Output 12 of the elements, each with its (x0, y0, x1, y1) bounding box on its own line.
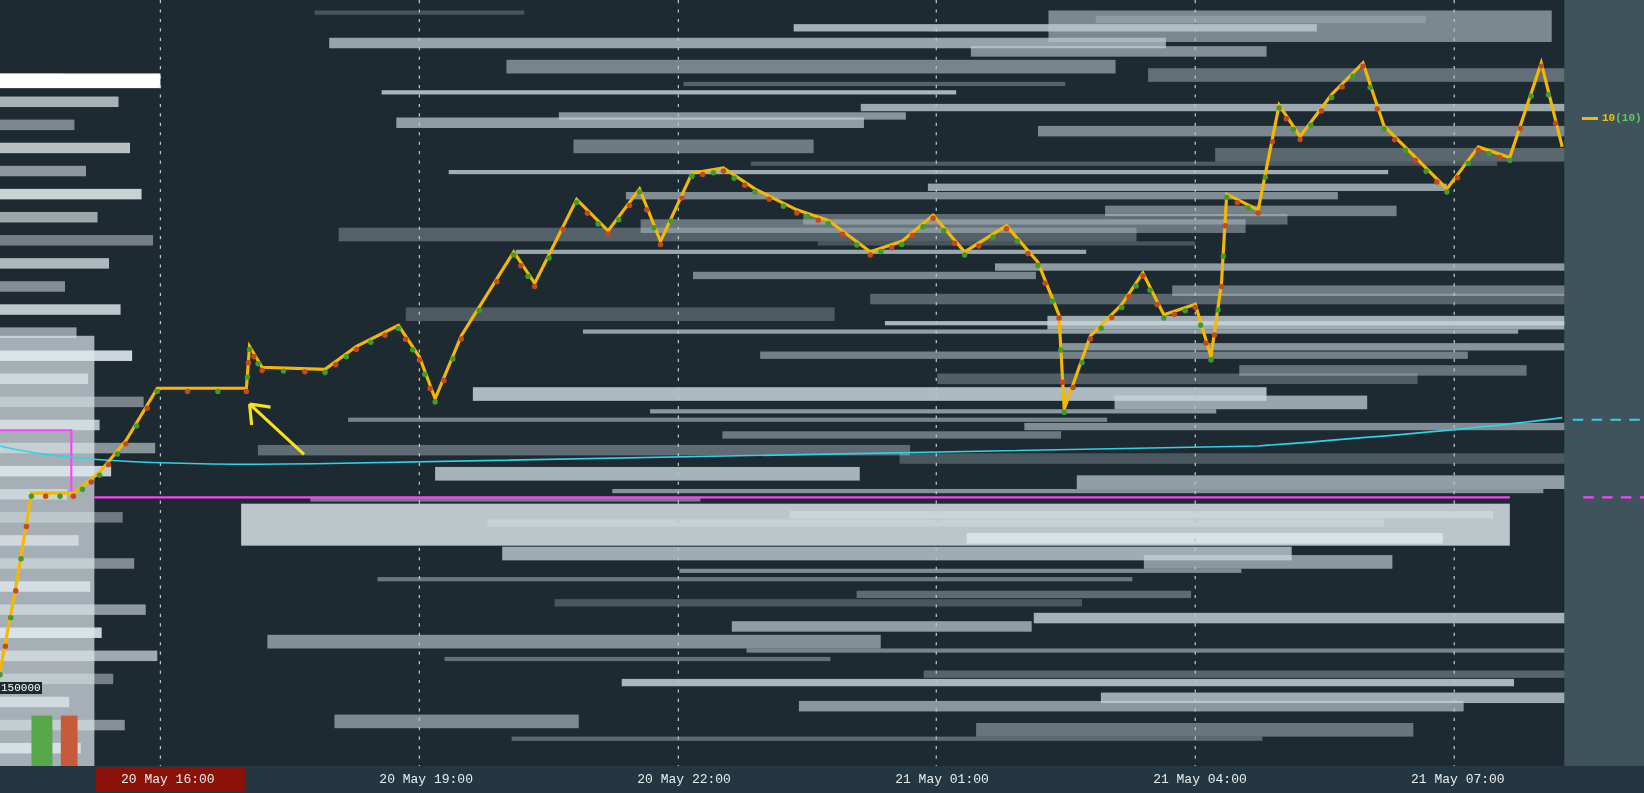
time-axis-label: 21 May 04:00 (1152, 771, 1248, 789)
time-axis-label: 20 May 19:00 (378, 771, 474, 789)
liquidity-band (0, 281, 65, 292)
time-axis-label: 21 May 07:00 (1410, 771, 1506, 789)
legend-count: (10) (1615, 112, 1642, 124)
volume-bars (31, 715, 78, 766)
time-axis-label: 21 May 01:00 (894, 771, 990, 789)
price-label: 150000 (0, 682, 42, 694)
time-axis-label: 20 May 16:00 (96, 768, 246, 791)
annotation-arrow (247, 402, 306, 456)
legend-value: 10 (1602, 112, 1616, 124)
time-axis-label: 20 May 22:00 (636, 771, 732, 789)
